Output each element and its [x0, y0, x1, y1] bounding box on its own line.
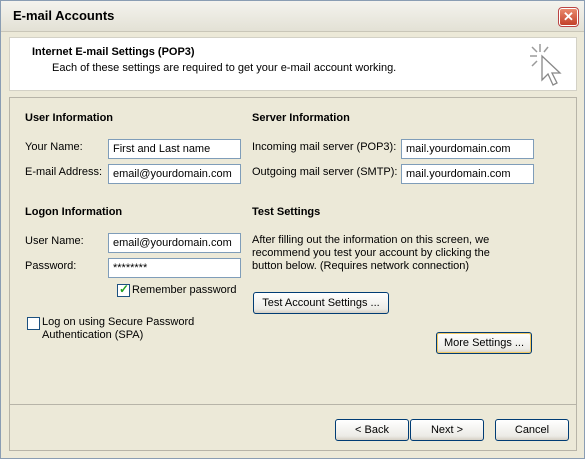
password-label: Password:	[25, 260, 77, 272]
spa-label-line2[interactable]: Authentication (SPA)	[42, 329, 143, 342]
remember-password-label[interactable]: Remember password	[132, 284, 237, 296]
logon-info-heading: Logon Information	[25, 206, 123, 218]
test-description-line2: recommend you test your account by click…	[252, 247, 490, 259]
your-name-label: Your Name:	[25, 141, 83, 153]
remember-password-checkbox[interactable]: ✓	[117, 282, 130, 297]
next-button[interactable]: Next >	[410, 419, 484, 441]
email-address-label: E-mail Address:	[25, 166, 103, 178]
checkmark-icon: ✓	[119, 282, 130, 296]
outgoing-server-field[interactable]: mail.yourdomain.com	[401, 164, 534, 184]
cancel-button[interactable]: Cancel	[495, 419, 569, 441]
header-title: Internet E-mail Settings (POP3)	[32, 46, 195, 58]
email-accounts-dialog: E-mail Accounts ✕ Internet E-mail Settin…	[0, 0, 585, 459]
email-address-field[interactable]: email@yourdomain.com	[108, 164, 241, 184]
test-account-settings-button[interactable]: Test Account Settings ...	[253, 292, 389, 314]
password-field[interactable]: ********	[108, 258, 241, 278]
window-title: E-mail Accounts	[13, 8, 115, 23]
incoming-server-label: Incoming mail server (POP3):	[252, 141, 397, 153]
test-description-line3: button below. (Requires network connecti…	[252, 260, 470, 272]
back-button[interactable]: < Back	[335, 419, 409, 441]
footer-panel: < Back Next > Cancel	[9, 405, 577, 451]
user-info-heading: User Information	[25, 112, 114, 124]
user-name-label: User Name:	[25, 235, 84, 247]
server-info-heading: Server Information	[252, 112, 350, 124]
outgoing-server-label: Outgoing mail server (SMTP):	[252, 166, 398, 178]
user-name-field[interactable]: email@yourdomain.com	[108, 233, 241, 253]
header-panel: Internet E-mail Settings (POP3) Each of …	[9, 37, 577, 91]
title-bar[interactable]: E-mail Accounts ✕	[1, 1, 584, 32]
incoming-server-field[interactable]: mail.yourdomain.com	[401, 139, 534, 159]
spa-label-line1[interactable]: Log on using Secure Password	[42, 316, 194, 329]
test-description-line1: After filling out the information on thi…	[252, 234, 490, 246]
more-settings-button[interactable]: More Settings ...	[436, 332, 532, 354]
settings-panel: User Information Your Name: First and La…	[9, 97, 577, 405]
spa-checkbox[interactable]	[27, 317, 40, 330]
close-icon[interactable]: ✕	[558, 7, 579, 27]
your-name-field[interactable]: First and Last name	[108, 139, 241, 159]
test-settings-heading: Test Settings	[252, 206, 321, 218]
cursor-sparkle-icon	[530, 44, 562, 86]
header-subtitle: Each of these settings are required to g…	[52, 62, 397, 74]
